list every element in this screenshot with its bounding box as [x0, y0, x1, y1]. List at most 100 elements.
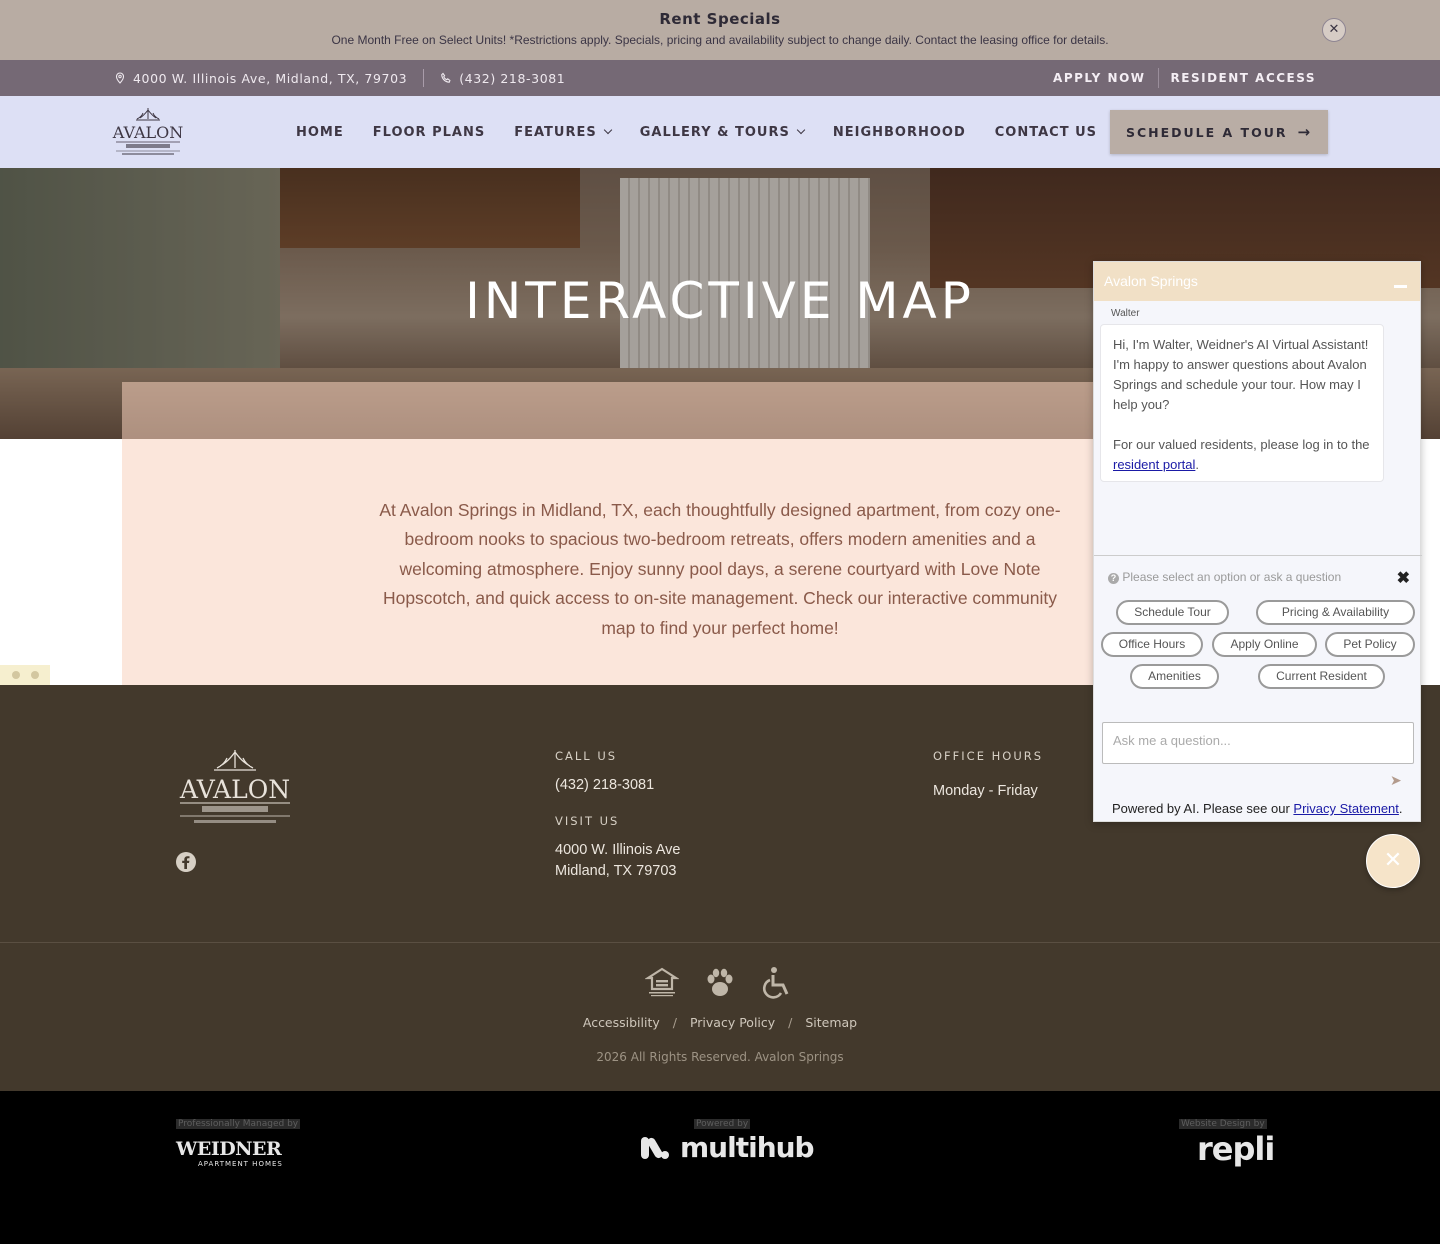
privacy-policy-link[interactable]: Privacy Policy	[690, 1015, 775, 1030]
option-pet-policy[interactable]: Pet Policy	[1325, 632, 1415, 657]
chat-message: Hi, I'm Walter, Weidner's AI Virtual Ass…	[1100, 324, 1384, 482]
schedule-tour-label: SCHEDULE A TOUR	[1125, 124, 1288, 140]
nav-item-label: FLOOR PLANS	[372, 124, 486, 140]
managed-by-label: Professionally Managed by	[176, 1119, 301, 1129]
chat-header: Avalon Springs	[1094, 262, 1420, 301]
resident-access-link[interactable]: RESIDENT ACCESS	[1171, 71, 1316, 85]
phone-icon	[441, 72, 451, 83]
chat-question-input[interactable]: Ask me a question...	[1102, 722, 1414, 764]
multihub-icon	[641, 1136, 669, 1159]
copyright: 2026 All Rights Reserved. Avalon Springs	[596, 1050, 844, 1064]
option-current-resident[interactable]: Current Resident	[1258, 664, 1385, 689]
nav-item-contact-us[interactable]: CONTACT US	[995, 125, 1097, 140]
schedule-tour-button[interactable]: SCHEDULE A TOUR →	[1110, 110, 1328, 154]
apply-now-link[interactable]: APPLY NOW	[1053, 71, 1146, 85]
main-navbar: AVALON HOME FLOOR PLANS FEATURES GALLERY & …	[0, 96, 1440, 168]
footer-divider	[0, 942, 1440, 943]
address-line-1: 4000 W. Illinois Ave	[555, 842, 681, 858]
equal-housing-icon	[645, 967, 679, 997]
chat-message-resident-text: For our valued residents, please log in …	[1113, 437, 1370, 452]
logo-text: AVALON	[112, 123, 183, 142]
facebook-icon[interactable]	[176, 852, 196, 872]
footer-logo[interactable]: AVALON	[176, 750, 294, 828]
resident-portal-link[interactable]: resident portal	[1113, 457, 1195, 472]
intro-text: At Avalon Springs in Midland, TX, each t…	[379, 500, 1061, 638]
close-banner-button[interactable]: ✕	[1322, 18, 1346, 42]
send-icon[interactable]: ➤	[1390, 772, 1404, 788]
nav-item-label: FEATURES	[514, 124, 597, 140]
rent-specials-title: Rent Specials	[659, 10, 781, 28]
chat-sender-name: Walter	[1111, 308, 1140, 319]
call-us-phone[interactable]: (432) 218-3081	[555, 775, 654, 796]
accessibility-icon	[763, 967, 789, 999]
website-design-label: Website Design by	[1179, 1119, 1267, 1129]
chevron-down-icon	[796, 125, 806, 135]
avalon-springs-logo[interactable]: AVALON	[112, 106, 184, 158]
powered-by-credit[interactable]: Powered by	[694, 1111, 751, 1130]
chat-title: Avalon Springs	[1104, 273, 1198, 289]
rent-specials-banner: Rent Specials One Month Free on Select U…	[0, 0, 1440, 60]
weidner-logo: WEIDNER APARTMENT HOMES	[176, 1138, 300, 1168]
call-us-block: CALL US (432) 218-3081	[555, 749, 654, 796]
office-hours-days: Monday - Friday	[933, 783, 1038, 799]
visit-us-block: VISIT US 4000 W. Illinois Ave Midland, T…	[555, 814, 680, 882]
phone-link[interactable]: (432) 218-3081	[440, 71, 565, 86]
address-line-2: Midland, TX 79703	[555, 863, 677, 879]
footer-links: Accessibility / Privacy Policy / Sitemap	[582, 1015, 858, 1030]
nav-item-label: NEIGHBORHOOD	[832, 124, 966, 140]
divider	[423, 69, 425, 87]
top-info-bar: 4000 W. Illinois Ave, Midland, TX, 79703…	[0, 60, 1440, 96]
nav-item-features[interactable]: FEATURES	[514, 124, 612, 140]
slider-dots[interactable]	[0, 665, 50, 685]
managed-by-credit[interactable]: Professionally Managed by WEIDNER APARTM…	[176, 1111, 301, 1168]
nav-item-gallery-tours[interactable]: GALLERY & TOURS	[639, 124, 806, 140]
visit-us-address[interactable]: 4000 W. Illinois Ave Midland, TX 79703	[555, 840, 680, 882]
option-apply-online[interactable]: Apply Online	[1212, 632, 1317, 657]
sitemap-link[interactable]: Sitemap	[805, 1015, 857, 1030]
nav-item-home[interactable]: HOME	[296, 125, 344, 140]
chat-close-button[interactable]: ✕	[1366, 834, 1420, 888]
minimize-icon[interactable]	[1394, 274, 1408, 288]
pet-friendly-icon	[707, 968, 733, 996]
option-schedule-tour[interactable]: Schedule Tour	[1116, 600, 1229, 625]
nav-item-neighborhood[interactable]: NEIGHBORHOOD	[833, 125, 966, 140]
office-hours-label: OFFICE HOURS	[933, 749, 1044, 763]
address-text: 4000 W. Illinois Ave, Midland, TX, 79703	[133, 70, 408, 86]
visit-us-label: VISIT US	[555, 814, 620, 828]
nav-menu: HOME FLOOR PLANS FEATURES GALLERY & TOURS NE…	[296, 96, 1126, 168]
footer-logo-text: AVALON	[179, 775, 290, 804]
close-options-icon[interactable]: ✖	[1397, 568, 1410, 588]
rent-specials-text: One Month Free on Select Units! *Restric…	[331, 33, 1109, 47]
accessibility-link[interactable]: Accessibility	[583, 1015, 660, 1030]
nav-item-label: GALLERY & TOURS	[639, 124, 790, 140]
chat-message-text: Hi, I'm Walter, Weidner's AI Virtual Ass…	[1113, 337, 1369, 412]
slider-dot[interactable]	[30, 671, 39, 679]
chat-widget: Avalon Springs Walter Hi, I'm Walter, We…	[1093, 261, 1422, 822]
nav-item-label: CONTACT US	[994, 124, 1098, 140]
help-circle-icon: ?	[1108, 573, 1119, 584]
option-amenities[interactable]: Amenities	[1130, 664, 1219, 689]
divider	[1157, 68, 1159, 88]
weidner-logo-sub: APARTMENT HOMES	[198, 1160, 283, 1168]
powered-by-label: Powered by	[694, 1119, 751, 1129]
compliance-icons	[645, 965, 795, 1001]
nav-item-floor-plans[interactable]: FLOOR PLANS	[373, 125, 485, 140]
address-link[interactable]: 4000 W. Illinois Ave, Midland, TX, 79703	[114, 71, 407, 86]
phone-text: (432) 218-3081	[459, 70, 566, 86]
slider-dot[interactable]	[11, 671, 20, 679]
credits-bar: Professionally Managed by WEIDNER APARTM…	[0, 1091, 1440, 1244]
chat-options: ? Please select an option or ask a quest…	[1094, 555, 1422, 723]
website-design-credit[interactable]: Website Design by repli	[1179, 1111, 1275, 1168]
location-pin-icon	[115, 72, 125, 84]
chevron-down-icon	[603, 125, 612, 135]
call-us-label: CALL US	[555, 749, 618, 763]
repli-logo: repli	[1197, 1130, 1275, 1168]
option-office-hours[interactable]: Office Hours	[1101, 632, 1203, 657]
chat-disclaimer: Powered by AI. Please see our Privacy St…	[1112, 801, 1403, 816]
multihub-logo[interactable]: multihub	[640, 1131, 815, 1164]
option-pricing-availability[interactable]: Pricing & Availability	[1256, 600, 1415, 625]
chat-hint: ? Please select an option or ask a quest…	[1108, 570, 1341, 584]
arrow-right-icon: →	[1297, 123, 1313, 141]
privacy-statement-link[interactable]: Privacy Statement	[1293, 801, 1399, 816]
multihub-logo-text: multihub	[680, 1131, 815, 1164]
